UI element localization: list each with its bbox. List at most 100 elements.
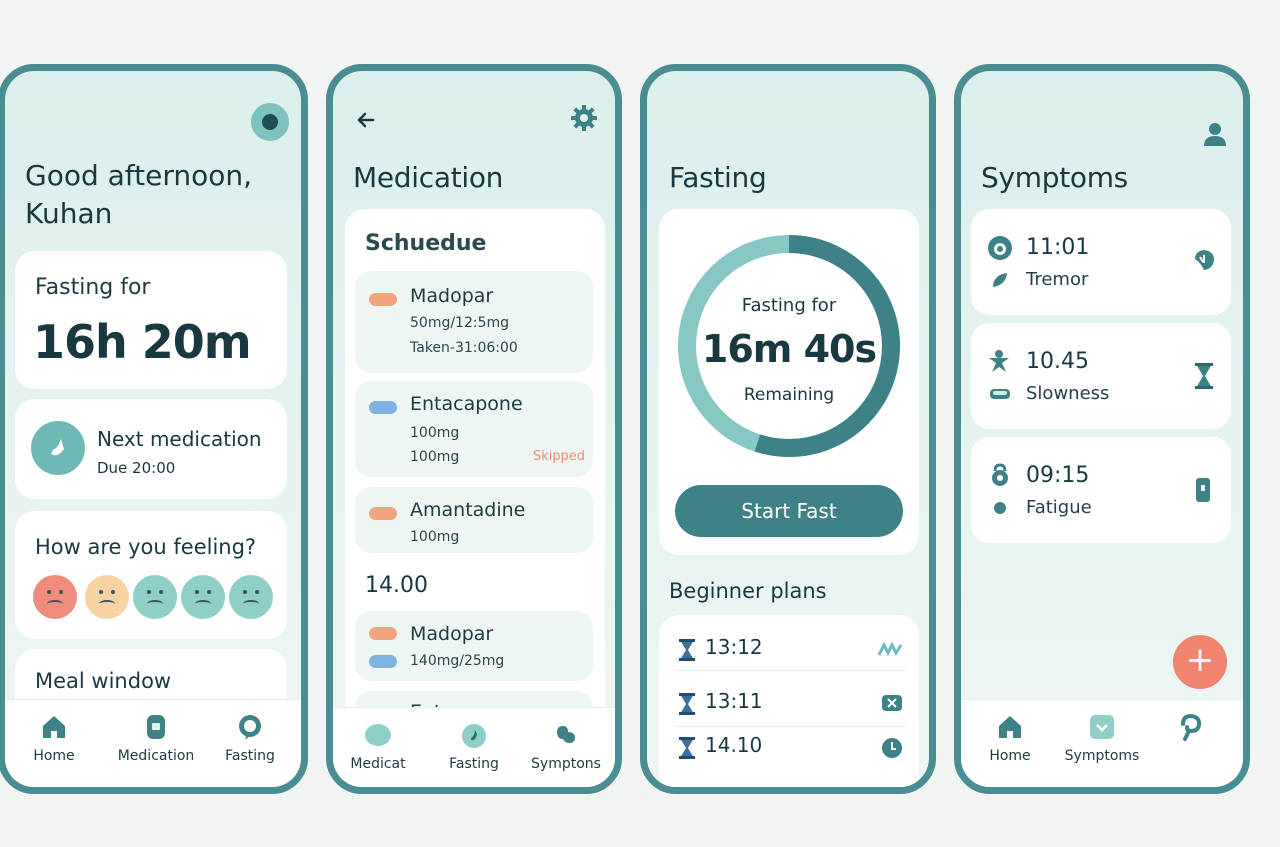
symptoms-icon — [557, 726, 575, 743]
medication-item[interactable]: Amantadine 100mg — [355, 487, 593, 553]
nav-fasting[interactable]: Fasting — [205, 712, 295, 764]
sad-face-icon[interactable] — [85, 575, 129, 619]
medication-taken: Taken-31:06:00 — [410, 340, 518, 356]
nav-fasting[interactable]: Fasting — [429, 720, 519, 772]
time-group-label: 14.00 — [365, 573, 428, 598]
plan-row[interactable]: 13:11 — [675, 681, 905, 727]
medication-screen: Medication Schuedue Madopar 50mg/12:5mg … — [326, 64, 622, 794]
back-arrow-icon[interactable] — [355, 109, 377, 131]
orange-pill-icon — [369, 293, 397, 306]
add-symptom-button[interactable]: + — [1173, 635, 1227, 689]
pill-icon — [365, 724, 391, 746]
plan-row[interactable]: 14.10 — [675, 727, 905, 773]
next-medication-card[interactable]: Next medication Due 20:00 — [15, 399, 287, 499]
nav-home[interactable]: Home — [9, 712, 99, 764]
fasting-icon — [239, 715, 261, 740]
fasting-icon — [462, 724, 486, 748]
hourglass-icon — [679, 693, 695, 715]
neutral-face-icon[interactable] — [181, 575, 225, 619]
nav-symptoms-label: Symptoms — [1064, 748, 1140, 764]
nav-home-label: Home — [33, 748, 75, 764]
medication-dose: 100mg — [410, 425, 460, 441]
fasting-label: Fasting for — [35, 275, 151, 300]
nav-home-label: Home — [989, 748, 1031, 764]
plan-time: 13:12 — [705, 635, 763, 659]
symptom-item[interactable]: 10.45 Slowness — [971, 323, 1231, 429]
medication-dose: 50mg/12:5mg — [410, 315, 510, 331]
symptom-time: 11:01 — [1026, 235, 1090, 260]
page-title: Medication — [353, 161, 504, 194]
chevron-box-icon — [1090, 715, 1114, 739]
medication-name: Entacapone — [410, 393, 523, 415]
clock-icon — [882, 738, 902, 758]
symptom-item[interactable]: 09:15 Fatigue — [971, 437, 1231, 543]
bottom-nav: Home Symptoms — [961, 699, 1243, 787]
symptom-item[interactable]: 11:01 Tremor — [971, 209, 1231, 315]
plans-title: Beginner plans — [669, 579, 827, 603]
medication-name: Madopar — [410, 623, 494, 645]
symptom-name: Fatigue — [1026, 497, 1092, 518]
medication-dose: 100mg — [410, 529, 460, 545]
medication-item[interactable]: Entacapone 100mg 100mg Skipped — [355, 381, 593, 477]
nav-medication-label: Medication — [117, 748, 195, 764]
user-icon[interactable] — [1203, 121, 1227, 147]
hourglass-icon — [679, 737, 695, 759]
nav-medication-label: Medicat — [350, 756, 406, 772]
ring-sub: Remaining — [743, 385, 835, 405]
nav-home[interactable]: Home — [965, 712, 1055, 764]
fasting-card[interactable]: Fasting for 16h 20m — [15, 251, 287, 389]
schedule-title: Schuedue — [365, 231, 487, 256]
fasting-timer-card: Fasting for 16m 40s Remaining Start Fast — [659, 209, 919, 555]
nav-medication[interactable]: Medicat — [333, 720, 423, 772]
fasting-screen: Fasting Fasting for 16m 40s Remaining St… — [640, 64, 936, 794]
medication-item[interactable]: Madopar 50mg/12:5mg Taken-31:06:00 — [355, 271, 593, 373]
nav-fasting[interactable] — [1145, 712, 1235, 742]
orange-pill-icon — [369, 507, 397, 520]
start-fast-button[interactable]: Start Fast — [675, 485, 903, 537]
blue-pill-icon — [369, 401, 397, 414]
medication-dose: 140mg/25mg — [410, 653, 505, 669]
symptom-name: Slowness — [1026, 383, 1110, 404]
avatar[interactable] — [251, 103, 289, 141]
plans-card: 13:12 13:11 14.10 — [659, 615, 919, 787]
very-sad-face-icon[interactable] — [33, 575, 77, 619]
orange-pill-icon — [369, 627, 397, 640]
pill-box-icon — [147, 715, 165, 739]
meal-window-title: Meal window — [35, 669, 172, 693]
plan-time: 13:11 — [705, 689, 763, 713]
ring-label: Fasting for — [741, 295, 837, 316]
hourglass-icon — [1195, 363, 1213, 389]
bottom-nav: Medicat Fasting Symptons — [333, 707, 615, 787]
person-icon — [989, 350, 1009, 372]
nav-symptoms[interactable]: Symptons — [521, 720, 611, 772]
ring-time: 16m 40s — [701, 327, 877, 371]
bed-icon — [990, 389, 1010, 399]
nav-fasting-label: Fasting — [449, 756, 499, 772]
dot-icon — [994, 502, 1006, 514]
plan-row[interactable]: 13:12 — [675, 625, 905, 671]
greeting: Good afternoon, — [25, 159, 253, 192]
page-title: Symptoms — [981, 161, 1128, 194]
neutral-face-icon[interactable] — [229, 575, 273, 619]
gear-icon[interactable] — [569, 103, 599, 133]
home-icon — [999, 716, 1021, 738]
battery-icon — [1196, 478, 1210, 502]
nav-symptoms[interactable]: Symptoms — [1057, 712, 1147, 764]
symptom-name: Tremor — [1026, 269, 1089, 290]
neutral-face-icon[interactable] — [133, 575, 177, 619]
kettlebell-icon — [992, 463, 1008, 486]
medication-item[interactable]: Madopar 140mg/25mg — [355, 611, 593, 681]
bottom-nav: Home Medication Fasting — [5, 699, 301, 787]
symptom-time: 10.45 — [1026, 349, 1089, 374]
fasting-time: 16h 20m — [33, 315, 252, 369]
hand-icon — [1195, 250, 1214, 270]
leaf-icon — [993, 273, 1007, 287]
nav-medication[interactable]: Medication — [111, 712, 201, 764]
tremor-icon — [988, 236, 1012, 260]
nav-symptoms-label: Symptons — [531, 756, 601, 772]
nav-fasting-label: Fasting — [225, 748, 275, 764]
blue-pill-icon — [369, 655, 397, 668]
medication-dose: 100mg — [410, 449, 460, 465]
swirl-icon — [1181, 713, 1202, 741]
medication-name: Madopar — [410, 285, 494, 307]
